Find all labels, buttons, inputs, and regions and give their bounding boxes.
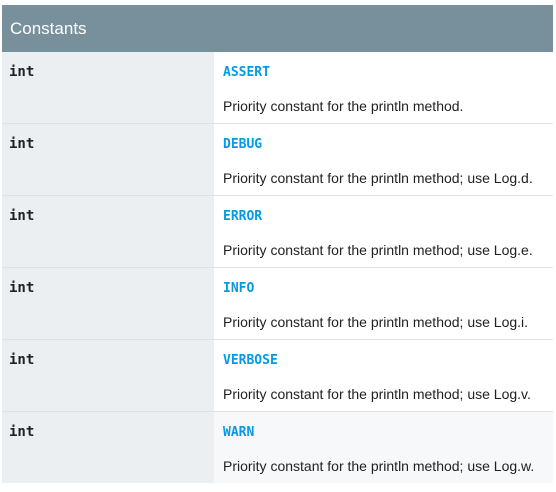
constant-description: Priority constant for the println method… — [223, 458, 535, 474]
constant-link-assert[interactable]: ASSERT — [223, 65, 270, 80]
table-row: int VERBOSE Priority constant for the prin… — [2, 340, 553, 412]
table-row: int INFO Priority constant for the println… — [2, 268, 553, 340]
table-header: Constants — [2, 5, 553, 52]
constant-description: Priority constant for the println method… — [223, 170, 533, 186]
constant-cell: INFO Priority constant for the println me… — [214, 268, 553, 339]
constants-table: Constants int ASSERT Priority constant for… — [2, 5, 553, 483]
constant-link-info[interactable]: INFO — [223, 281, 254, 296]
constant-type: int — [2, 196, 214, 267]
constant-cell: VERBOSE Priority constant for the println… — [214, 340, 553, 411]
table-row: int ERROR Priority constant for the printl… — [2, 196, 553, 268]
constant-type: int — [2, 124, 214, 195]
constant-type: int — [2, 52, 214, 123]
constant-link-debug[interactable]: DEBUG — [223, 137, 262, 152]
table-row: int WARN Priority constant for the println… — [2, 412, 553, 483]
constant-cell: ERROR Priority constant for the println m… — [214, 196, 553, 267]
constant-type: int — [2, 268, 214, 339]
constant-description: Priority constant for the println method… — [223, 242, 533, 258]
constant-type: int — [2, 340, 214, 411]
table-row: int ASSERT Priority constant for the print… — [2, 52, 553, 124]
constant-link-warn[interactable]: WARN — [223, 425, 254, 440]
constant-cell: DEBUG Priority constant for the println m… — [214, 124, 553, 195]
constant-cell: ASSERT Priority constant for the println … — [214, 52, 553, 123]
constant-description: Priority constant for the println method… — [223, 98, 464, 114]
constant-cell: WARN Priority constant for the println me… — [214, 412, 553, 483]
constant-type: int — [2, 412, 214, 483]
constant-description: Priority constant for the println method… — [223, 386, 531, 402]
constant-description: Priority constant for the println method… — [223, 314, 529, 330]
constant-link-verbose[interactable]: VERBOSE — [223, 353, 278, 368]
table-row: int DEBUG Priority constant for the printl… — [2, 124, 553, 196]
constant-link-error[interactable]: ERROR — [223, 209, 262, 224]
